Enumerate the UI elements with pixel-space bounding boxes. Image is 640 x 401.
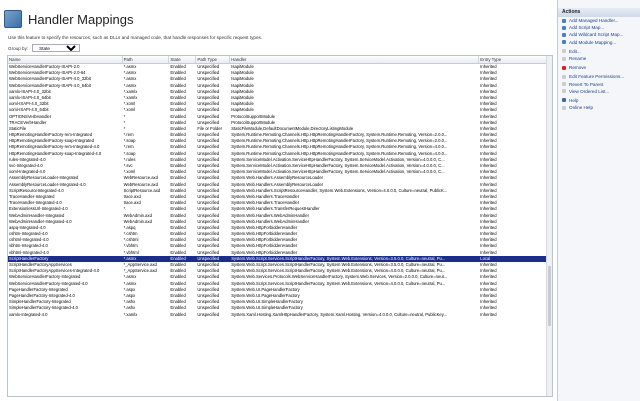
add-managed-handler-icon bbox=[562, 18, 566, 23]
group-by-label: Group by: bbox=[8, 45, 29, 51]
table-body: WebServiceHandlerFactory-ISAPI-2.0 *.asmx… bbox=[8, 64, 552, 318]
page-description: Use this feature to specify the resource… bbox=[8, 35, 263, 40]
action-label: Remove bbox=[569, 65, 587, 71]
col-state-header[interactable]: State bbox=[169, 56, 197, 63]
actions-list: Add Managed Handler... Add Script Map... A… bbox=[558, 17, 640, 111]
action-remove[interactable]: Remove bbox=[558, 64, 640, 71]
action-label: Add Script Map... bbox=[569, 25, 605, 31]
action-label: Add Module Mapping... bbox=[569, 39, 617, 45]
online-help-icon bbox=[562, 105, 566, 110]
action-add-wildcard[interactable]: Add Wildcard Script Map... bbox=[558, 31, 640, 38]
action-help[interactable]: Help bbox=[558, 97, 640, 104]
action-add-script-map[interactable]: Add Script Map... bbox=[558, 24, 640, 31]
col-handler-header[interactable]: Handler bbox=[230, 56, 480, 63]
action-label: Edit Feature Permissions... bbox=[569, 74, 625, 80]
actions-pane: Actions Add Managed Handler... Add Script… bbox=[557, 0, 640, 401]
action-feature-permissions[interactable]: Edit Feature Permissions... bbox=[558, 73, 640, 80]
cell-path-type: Unspecified bbox=[197, 311, 220, 317]
action-online-help[interactable]: Online Help bbox=[558, 104, 640, 111]
rename-icon bbox=[562, 56, 566, 61]
col-name-header[interactable]: Name bbox=[8, 56, 123, 63]
ordered-list-icon bbox=[562, 89, 566, 94]
page-header: Handler Mappings bbox=[4, 10, 134, 28]
revert-icon bbox=[562, 82, 566, 87]
add-script-map-icon bbox=[562, 25, 566, 30]
cell-state: Enabled bbox=[170, 311, 186, 317]
edit-icon bbox=[562, 49, 566, 54]
table-header: Name Path State Path Type Handler Entry … bbox=[8, 56, 552, 64]
cell-entry-type: Inherited bbox=[480, 311, 497, 317]
action-label: Add Wildcard Script Map... bbox=[569, 32, 624, 38]
action-label: Revert To Parent bbox=[569, 81, 604, 87]
action-edit[interactable]: Edit... bbox=[558, 48, 640, 55]
action-add-module-mapping[interactable]: Add Module Mapping... bbox=[558, 39, 640, 46]
action-label: Online Help bbox=[569, 105, 594, 111]
table-row[interactable]: xamlx-Integrated-4.0 *.xamlx Enabled Unspec… bbox=[8, 312, 552, 318]
handler-mappings-icon bbox=[4, 10, 22, 28]
cell-handler: System.Xaml.Hosting.XamlHttpHandlerFacto… bbox=[231, 311, 448, 317]
action-label: View Ordered List... bbox=[569, 88, 610, 94]
remove-icon bbox=[562, 65, 566, 70]
feature-permissions-icon bbox=[562, 74, 566, 79]
action-label: Edit... bbox=[569, 48, 581, 54]
cell-path: *.xamlx bbox=[123, 311, 138, 317]
handler-table: Name Path State Path Type Handler Entry … bbox=[7, 55, 553, 397]
action-rename[interactable]: Rename bbox=[558, 55, 640, 62]
page-title: Handler Mappings bbox=[28, 11, 134, 27]
group-by-select[interactable]: State bbox=[32, 44, 81, 52]
cell-name: xamlx-Integrated-4.0 bbox=[9, 311, 48, 317]
action-label: Rename bbox=[569, 56, 587, 62]
action-label: Add Managed Handler... bbox=[569, 18, 619, 24]
add-module-mapping-icon bbox=[562, 40, 566, 45]
action-label: Help bbox=[569, 97, 579, 103]
action-revert[interactable]: Revert To Parent bbox=[558, 81, 640, 88]
col-entry-type-header[interactable]: Entry Type bbox=[479, 56, 552, 63]
scrollbar-thumb[interactable] bbox=[548, 266, 551, 326]
help-icon bbox=[562, 98, 566, 103]
main-pane: Handler Mappings Use this feature to spe… bbox=[0, 0, 557, 401]
actions-title: Actions bbox=[558, 8, 640, 17]
action-ordered-list[interactable]: View Ordered List... bbox=[558, 88, 640, 95]
action-add-managed-handler[interactable]: Add Managed Handler... bbox=[558, 17, 640, 24]
col-path-type-header[interactable]: Path Type bbox=[196, 56, 231, 63]
col-path-header[interactable]: Path bbox=[123, 56, 170, 63]
add-wildcard-icon bbox=[562, 32, 566, 37]
vertical-scrollbar[interactable] bbox=[546, 56, 552, 396]
group-by-control: Group by: State bbox=[8, 44, 81, 52]
